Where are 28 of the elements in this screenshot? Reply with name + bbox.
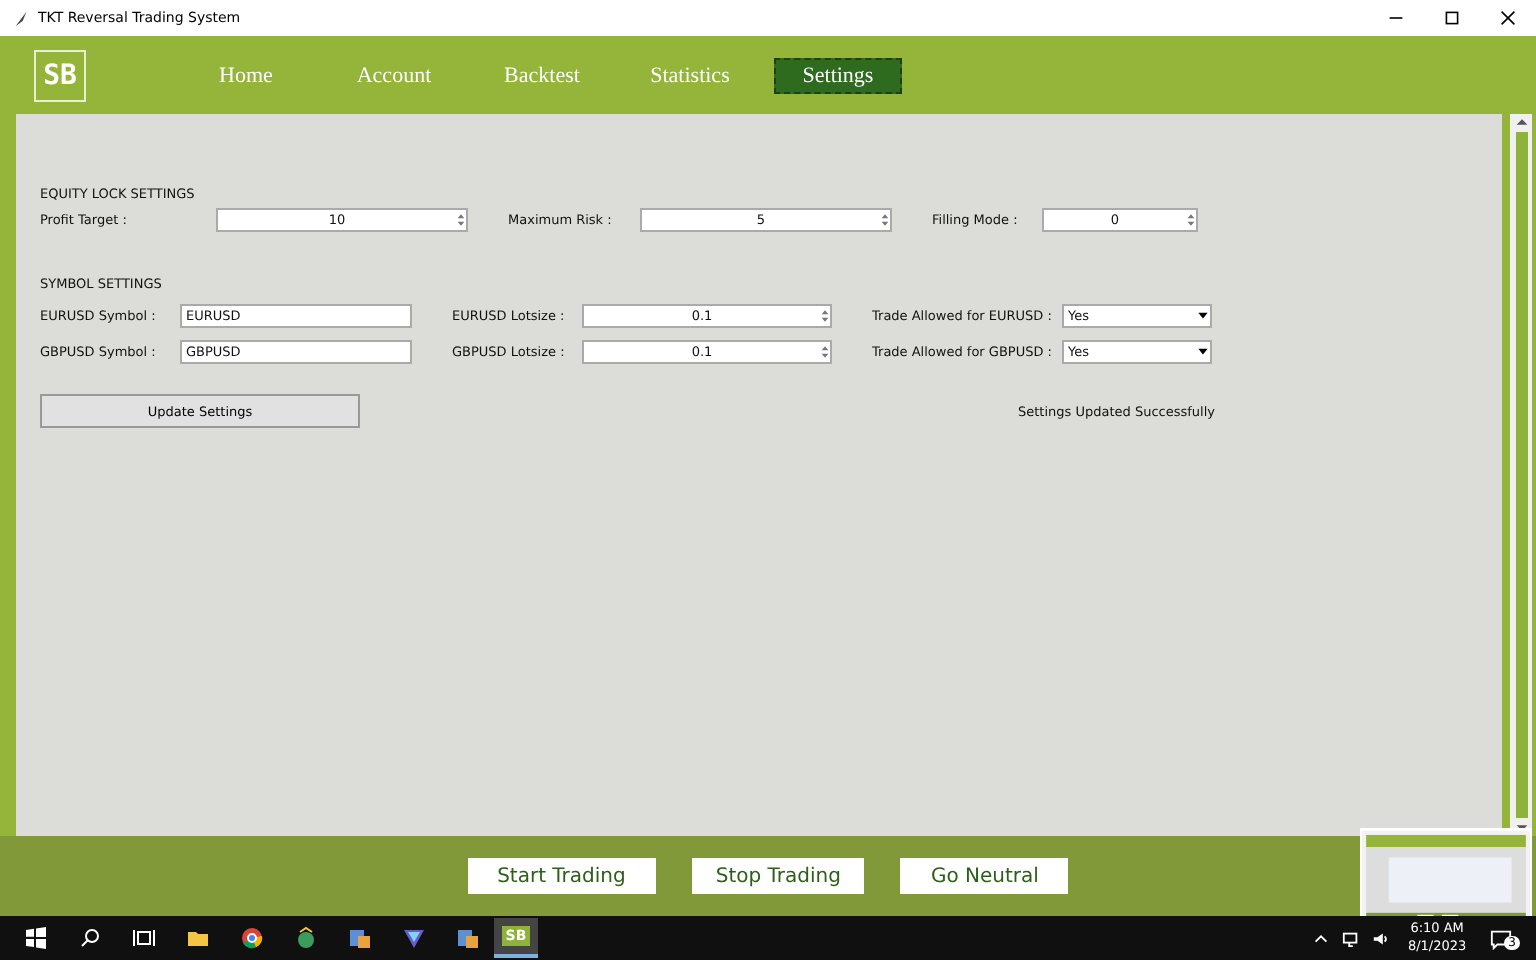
start-icon[interactable]: [24, 926, 48, 950]
folder-icon[interactable]: [186, 926, 210, 950]
spin-arrows-icon[interactable]: [456, 209, 466, 229]
network-icon[interactable]: [1341, 929, 1360, 947]
scroll-up-icon[interactable]: [1513, 114, 1529, 130]
dropdown-arrow-icon[interactable]: [1196, 344, 1210, 358]
logo: SB: [34, 49, 86, 101]
app-icon[interactable]: [456, 926, 480, 950]
spin-arrows-icon[interactable]: [820, 305, 830, 325]
volume-icon[interactable]: [1371, 929, 1390, 947]
footer-button[interactable]: Stop Trading: [691, 858, 865, 894]
browser-icon[interactable]: [240, 926, 264, 950]
footer-button[interactable]: Go Neutral: [900, 858, 1069, 894]
app-icon[interactable]: [348, 926, 372, 950]
dropdown-arrow-icon[interactable]: [1196, 308, 1210, 322]
footer-button[interactable]: Start Trading: [467, 858, 656, 894]
nav-tab[interactable]: Settings: [774, 57, 902, 93]
chart-app-icon[interactable]: [294, 926, 318, 950]
feather-icon: [12, 9, 30, 27]
triangle-app-icon[interactable]: [402, 926, 426, 950]
spin-arrows-icon[interactable]: [1186, 209, 1196, 229]
close-icon[interactable]: [1500, 10, 1516, 26]
spin-arrows-icon[interactable]: [820, 341, 830, 361]
task-view-icon[interactable]: [132, 926, 156, 950]
scrollbar-thumb[interactable]: [1515, 132, 1527, 818]
search-icon[interactable]: [78, 926, 102, 950]
maximize-icon[interactable]: [1444, 10, 1460, 26]
spin-arrows-icon[interactable]: [880, 209, 890, 229]
